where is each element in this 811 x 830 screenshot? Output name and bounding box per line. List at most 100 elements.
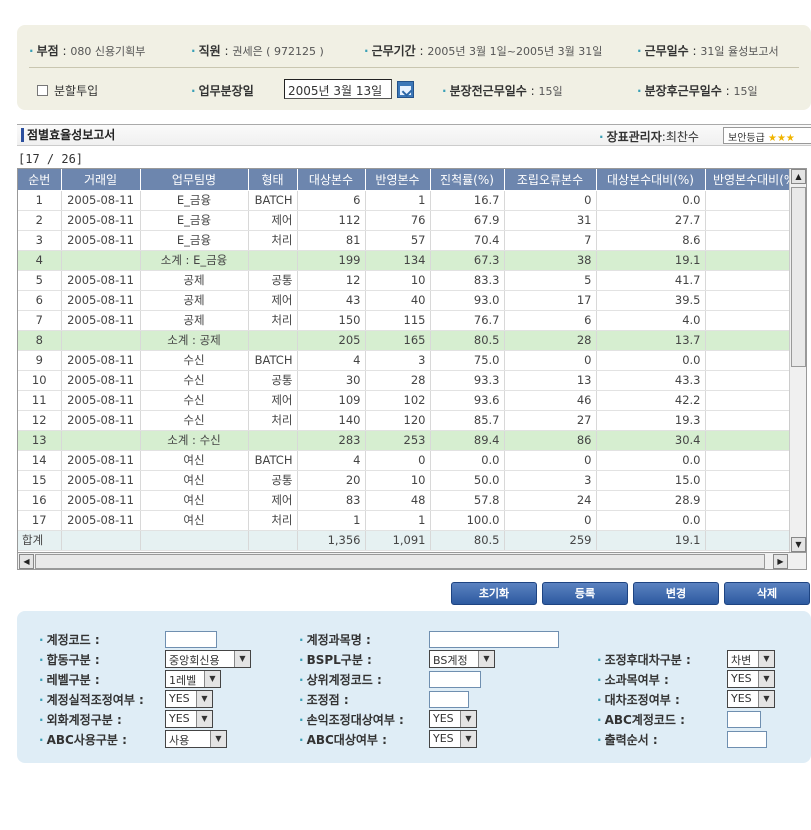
cell-vs-target: 19.1	[596, 530, 706, 551]
table-row[interactable]: 17 2005-08-11 여신 처리 1 1 100.0 0 0.0	[18, 510, 806, 531]
column-header[interactable]: 거래일	[61, 169, 141, 191]
cell-team: 수신	[140, 370, 249, 391]
column-header[interactable]: 업무팀명	[140, 169, 249, 191]
column-header[interactable]: 형태	[248, 169, 298, 191]
cell-date: 2005-08-11	[61, 490, 141, 511]
table-row[interactable]: 9 2005-08-11 수신 BATCH 4 3 75.0 0 0.0	[18, 350, 806, 371]
split-checkbox-group[interactable]: 분할투입	[37, 82, 98, 99]
cell-date: 2005-08-11	[61, 370, 141, 391]
info-row-2: 분할투입 · 업무분장일 2005년 3월 13일 · 분장전근무일수 : 15일 …	[29, 79, 801, 101]
table-row[interactable]: 162005-08-11여신제어834857.82428.95	[18, 490, 806, 511]
cell-errors: 24	[504, 490, 597, 511]
horizontal-scroll-thumb[interactable]	[35, 554, 765, 569]
merge-type-select[interactable]: 중앙회신용 ▼	[165, 650, 251, 668]
chevron-down-icon[interactable]: ▼	[196, 691, 212, 707]
cell-no: 9	[18, 350, 62, 371]
column-header[interactable]: 조립오류본수	[504, 169, 597, 191]
adj-debit-credit-select[interactable]: 차변 ▼	[727, 650, 775, 668]
workdays-value: 31일 율성보고서	[700, 45, 779, 58]
adj-point-input[interactable]	[429, 691, 469, 708]
report-title: 점별효율성보고서	[21, 128, 115, 142]
cell-type	[248, 330, 298, 351]
table-row[interactable]: 152005-08-11여신공통201050.0315.03	[18, 470, 806, 491]
cell-vs-target: 13.7	[596, 330, 706, 351]
chevron-down-icon[interactable]: ▼	[478, 651, 494, 667]
table-row[interactable]: 52005-08-11공제공통121083.3541.75	[18, 270, 806, 291]
chevron-down-icon[interactable]: ▼	[758, 691, 774, 707]
abc-use-select[interactable]: 사용 ▼	[165, 730, 227, 748]
table-row[interactable]: 22005-08-11E_금융제어1127667.93127.74	[18, 210, 806, 231]
subtotal-row[interactable]: 13소계 : 수신28325389.48630.43	[18, 430, 806, 451]
pl-adj-select[interactable]: YES ▼	[429, 710, 477, 728]
chevron-down-icon[interactable]: ▼	[204, 671, 220, 687]
level-type-select[interactable]: 1레벨 ▼	[165, 670, 221, 688]
fx-type-select[interactable]: YES ▼	[165, 710, 213, 728]
table-row[interactable]: 7 2005-08-11 공제 처리 150 115 76.7 6 4.0	[18, 310, 806, 331]
split-date-input[interactable]: 2005년 3월 13일	[284, 79, 392, 99]
cell-progress: 67.3	[430, 250, 505, 271]
output-order-input[interactable]	[727, 731, 767, 748]
table-row[interactable]: 3 2005-08-11 E_금융 처리 81 57 70.4 7 8.6	[18, 230, 806, 251]
dc-adj-select[interactable]: YES ▼	[727, 690, 775, 708]
reset-button[interactable]: 초기화	[451, 582, 537, 605]
register-button[interactable]: 등록	[542, 582, 628, 605]
vertical-scrollbar[interactable]: ▲ ▼	[789, 169, 806, 552]
chevron-down-icon[interactable]: ▼	[210, 731, 226, 747]
cell-date	[61, 330, 141, 351]
abc-target-select[interactable]: YES ▼	[429, 730, 477, 748]
chevron-down-icon[interactable]: ▼	[234, 651, 250, 667]
column-header[interactable]: 대상본수대비(%)	[596, 169, 706, 191]
table-row[interactable]: 1 2005-08-11 E_금융 BATCH 6 1 16.7 0 0.0	[18, 190, 806, 211]
scroll-up-icon[interactable]: ▲	[791, 169, 806, 184]
subtotal-row[interactable]: 8 소계 : 공제 205 165 80.5 28 13.7	[18, 330, 806, 351]
account-code-input[interactable]	[165, 631, 217, 648]
vertical-scroll-thumb[interactable]	[791, 187, 806, 367]
sub-account-select[interactable]: YES ▼	[727, 670, 775, 688]
chevron-down-icon[interactable]: ▼	[196, 711, 212, 727]
table-row[interactable]: 14 2005-08-11 여신 BATCH 4 0 0.0 0 0.0	[18, 450, 806, 471]
column-header[interactable]: 대상본수	[297, 169, 366, 191]
chevron-down-icon[interactable]: ▼	[758, 671, 774, 687]
delete-button[interactable]: 삭제	[724, 582, 810, 605]
cell-date: 2005-08-11	[61, 190, 141, 211]
column-header[interactable]: 진척률(%)	[430, 169, 505, 191]
column-header[interactable]: 반영본수	[365, 169, 431, 191]
scroll-left-icon[interactable]: ◀	[19, 554, 34, 569]
bspl-type-select[interactable]: BS계정 ▼	[429, 650, 495, 668]
total-row[interactable]: 합계 1,356 1,091 80.5 259 19.1	[18, 530, 806, 551]
abc-use-field: · ABC사용구분 :	[39, 733, 127, 747]
calendar-icon[interactable]	[397, 81, 414, 98]
bspl-type-field: · BSPL구분 :	[299, 653, 372, 667]
abc-code-input[interactable]	[727, 711, 761, 728]
manager-label: 장표관리자	[606, 130, 662, 144]
cell-no: 1	[18, 190, 62, 211]
account-name-input[interactable]	[429, 631, 559, 648]
parent-account-input[interactable]	[429, 671, 481, 688]
split-checkbox[interactable]	[37, 85, 48, 96]
table-row[interactable]: 62005-08-11공제제어434093.01739.54	[18, 290, 806, 311]
subtotal-row[interactable]: 4소계 : E_금융19913467.33819.12	[18, 250, 806, 271]
chevron-down-icon[interactable]: ▼	[758, 651, 774, 667]
cell-target: 20	[297, 470, 366, 491]
cell-team: 수신	[140, 410, 249, 431]
table-row[interactable]: 122005-08-11수신처리14012085.72719.32	[18, 410, 806, 431]
scroll-down-icon[interactable]: ▼	[791, 537, 806, 552]
modify-button[interactable]: 변경	[633, 582, 719, 605]
cell-vs-target: 27.7	[596, 210, 706, 231]
cell-applied: 10	[365, 470, 431, 491]
cell-date	[61, 530, 141, 551]
scroll-right-icon[interactable]: ▶	[773, 554, 788, 569]
cell-team: 수신	[140, 350, 249, 371]
column-header[interactable]: 순번	[18, 169, 62, 191]
chevron-down-icon[interactable]: ▼	[460, 731, 476, 747]
table-row[interactable]: 102005-08-11수신공통302893.31343.34	[18, 370, 806, 391]
horizontal-scrollbar[interactable]: ◀ ▶	[17, 553, 807, 570]
data-grid: 순번 거래일 업무팀명 형태 대상본수 반영본수 진척률(%) 조립오류본수 대상본수대비(%)…	[17, 168, 807, 553]
security-level-button[interactable]: 보안등급 ★★★	[723, 127, 811, 144]
cell-applied: 0	[365, 450, 431, 471]
chevron-down-icon[interactable]: ▼	[460, 711, 476, 727]
actual-adj-select[interactable]: YES ▼	[165, 690, 213, 708]
table-row[interactable]: 112005-08-11수신제어10910293.64642.24	[18, 390, 806, 411]
cell-errors: 31	[504, 210, 597, 231]
cell-errors: 27	[504, 410, 597, 431]
